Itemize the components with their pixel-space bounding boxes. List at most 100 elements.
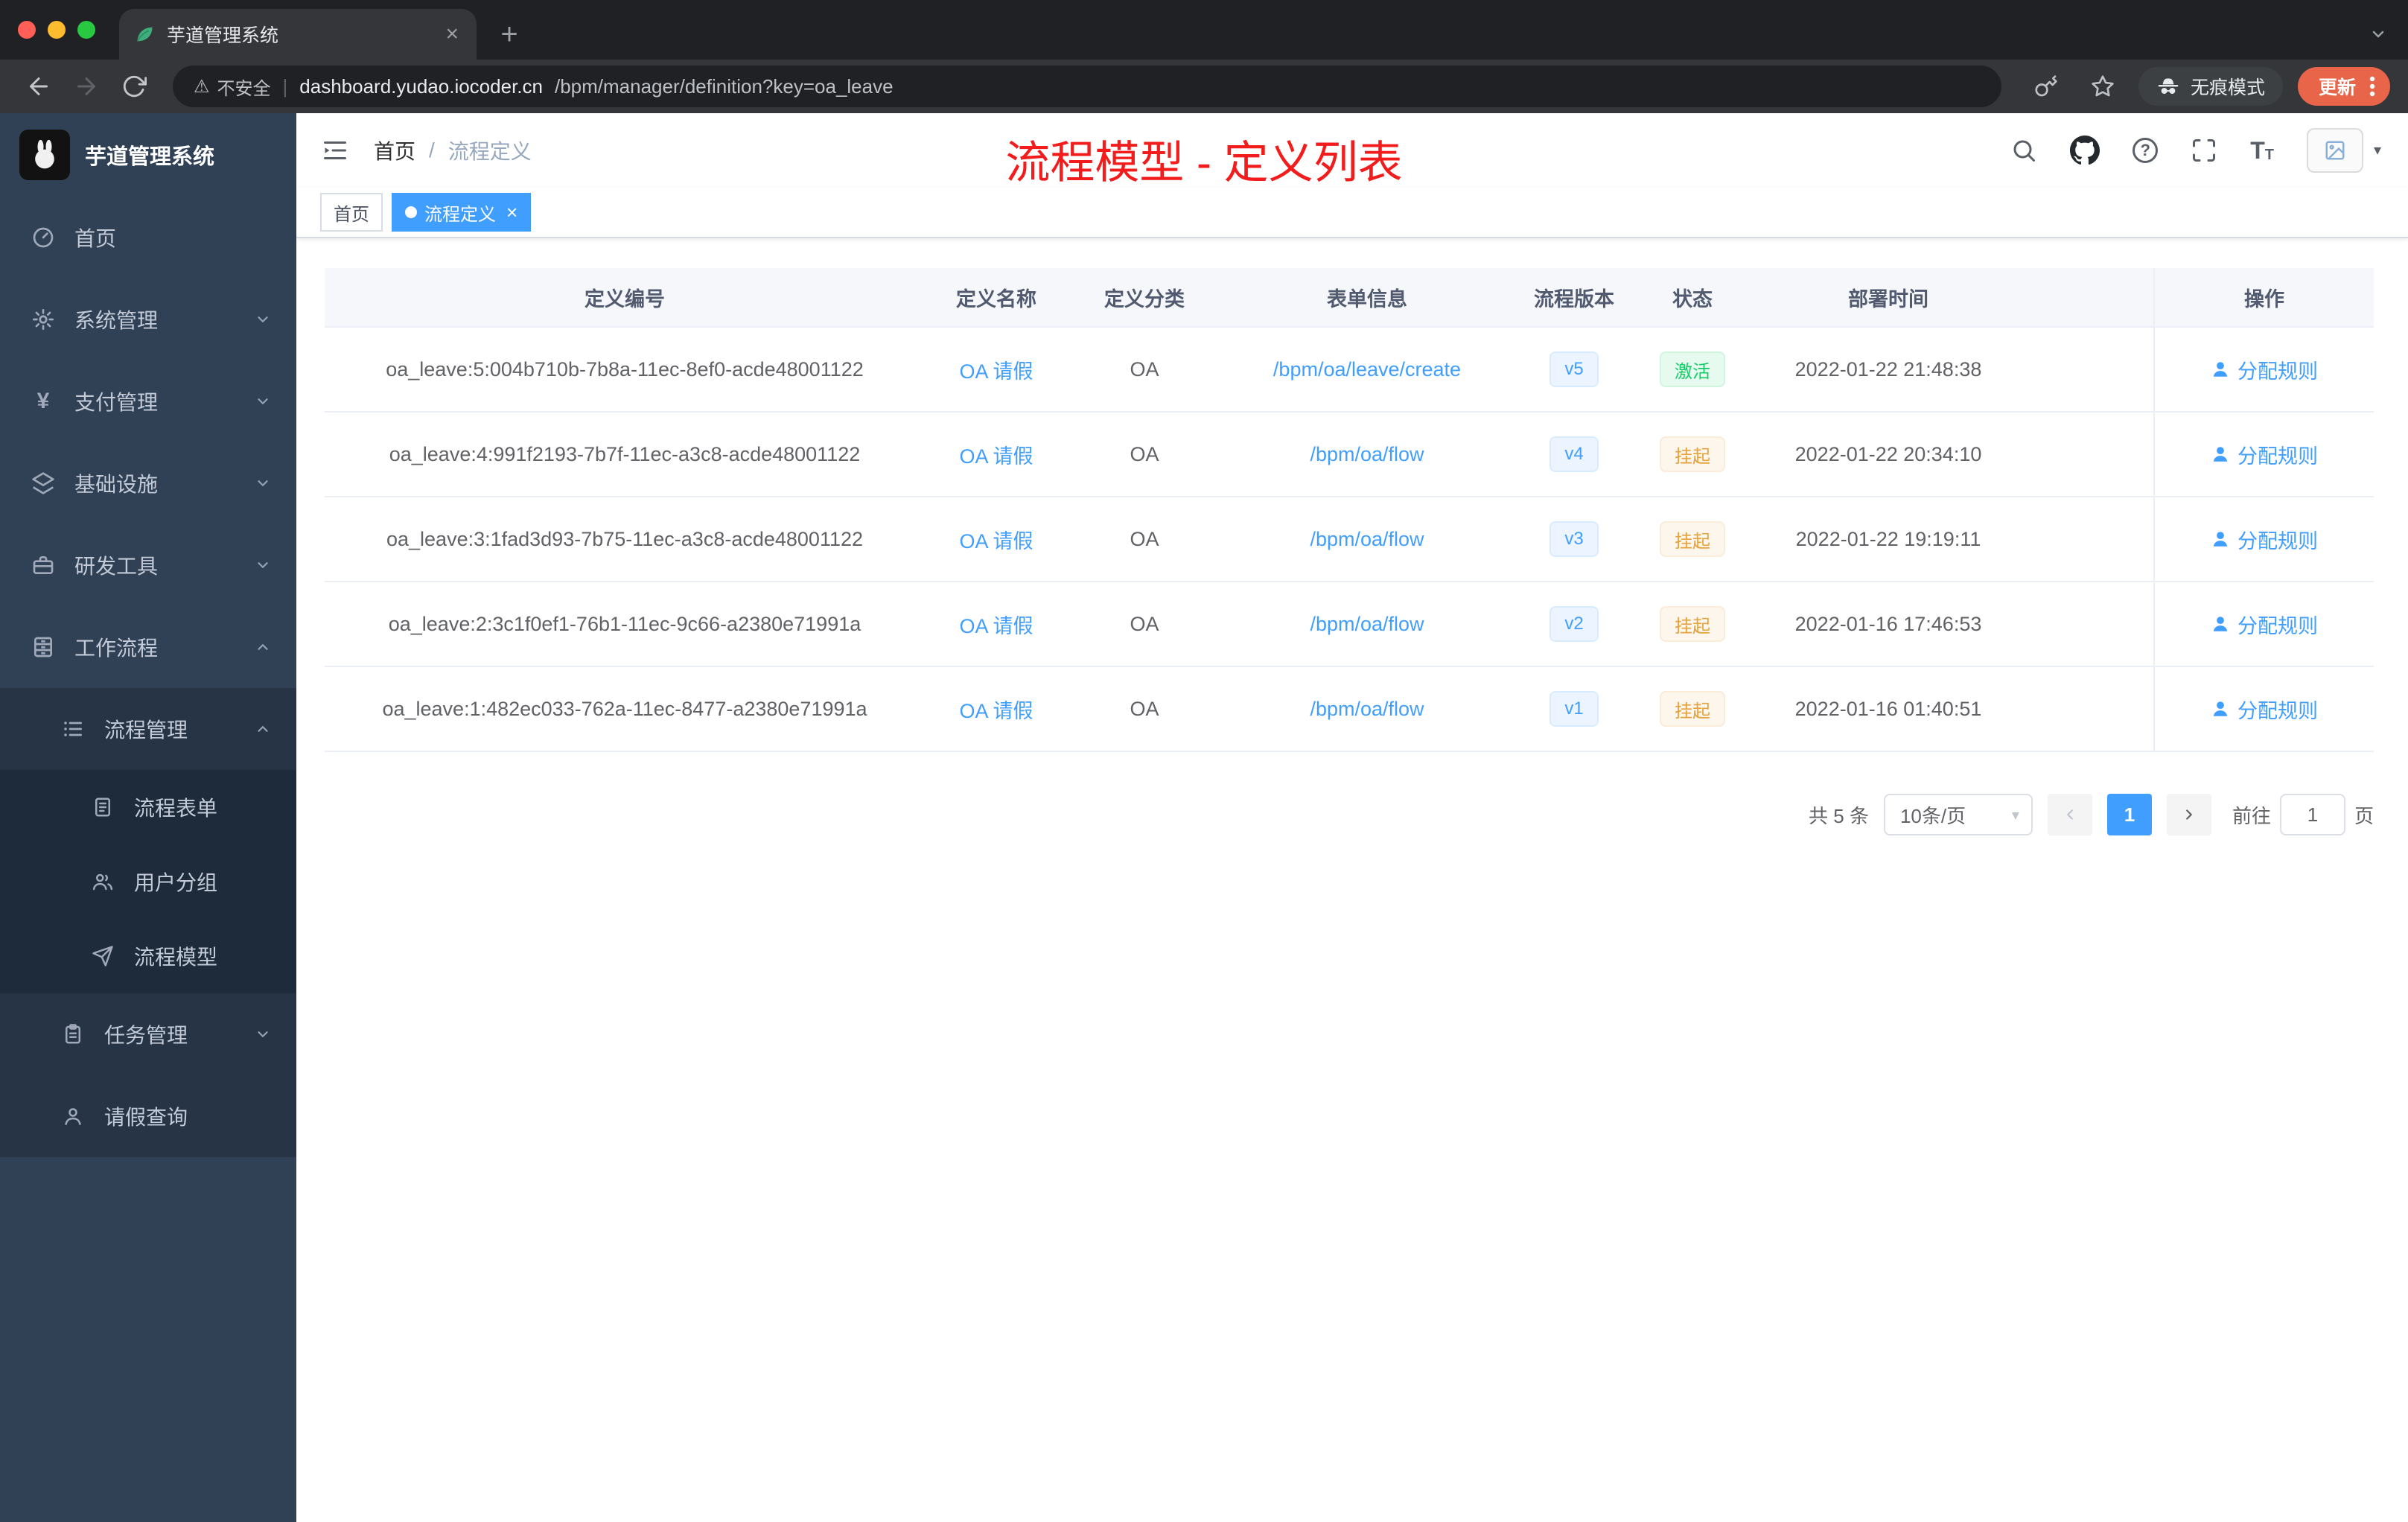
paper-plane-icon: [89, 945, 116, 967]
tag-home[interactable]: 首页: [320, 193, 383, 232]
page-size-select[interactable]: 10条/页 ▾: [1883, 794, 2033, 835]
avatar: [2306, 128, 2363, 173]
definition-name-link[interactable]: OA 请假: [959, 525, 1033, 554]
update-chrome-button[interactable]: 更新: [2297, 67, 2390, 106]
definition-id: oa_leave:3:1fad3d93-7b75-11ec-a3c8-acde4…: [386, 527, 864, 550]
next-page-button[interactable]: [2166, 794, 2211, 835]
window-controls: [0, 0, 119, 60]
window-minimize-button[interactable]: [48, 21, 66, 39]
sidebar-item-process-management[interactable]: 流程管理: [0, 688, 296, 770]
forward-icon[interactable]: [66, 66, 107, 107]
breadcrumb-current: 流程定义: [447, 140, 532, 163]
url-separator: |: [282, 74, 288, 98]
definition-table: 定义编号 定义名称 定义分类 表单信息 流程版本 状态 部署时间 操作 oa_l…: [325, 268, 2374, 752]
tab-close-icon[interactable]: ×: [442, 23, 462, 45]
tag-close-icon[interactable]: ×: [506, 203, 517, 222]
table-row: oa_leave:5:004b710b-7b8a-11ec-8ef0-acde4…: [325, 328, 2374, 413]
status-badge: 挂起: [1660, 521, 1725, 557]
sidebar-item-system-management[interactable]: 系统管理: [0, 278, 296, 360]
page-content: 定义编号 定义名称 定义分类 表单信息 流程版本 状态 部署时间 操作 oa_l…: [296, 238, 2408, 835]
app-logo: [19, 130, 70, 180]
form-link[interactable]: /bpm/oa/flow: [1310, 528, 1424, 551]
breadcrumb-home[interactable]: 首页: [374, 136, 415, 165]
definition-name-link[interactable]: OA 请假: [959, 610, 1033, 639]
help-icon[interactable]: ?: [2133, 138, 2159, 163]
url-path: /bpm/manager/definition?key=oa_leave: [554, 74, 894, 98]
sidebar-header[interactable]: 芋道管理系统: [0, 113, 296, 197]
assign-rule-link[interactable]: 分配规则: [2211, 525, 2318, 554]
column-header-action: 操作: [2153, 268, 2374, 326]
goto-unit: 页: [2354, 804, 2374, 827]
table-row: oa_leave:4:991f2193-7b7f-11ec-a3c8-acde4…: [325, 413, 2374, 497]
tab-search-chevron-icon[interactable]: [2369, 25, 2387, 43]
sidebar-item-process-model[interactable]: 流程模型: [0, 919, 296, 993]
form-link[interactable]: /bpm/oa/flow: [1310, 698, 1424, 721]
tab-favicon: [136, 27, 153, 42]
back-icon[interactable]: [18, 66, 60, 107]
definition-name-link[interactable]: OA 请假: [959, 355, 1033, 384]
window-close-button[interactable]: [18, 21, 36, 39]
search-icon[interactable]: [2010, 137, 2037, 164]
chevron-down-icon: [255, 311, 271, 328]
chevron-down-icon: [255, 557, 271, 573]
definition-name-link[interactable]: OA 请假: [959, 695, 1033, 724]
definition-name-link[interactable]: OA 请假: [959, 440, 1033, 469]
deploy-time: 2022-01-16 01:40:51: [1794, 697, 1982, 720]
security-warning[interactable]: ⚠ 不安全: [194, 74, 271, 100]
user-avatar-dropdown[interactable]: ▾: [2306, 128, 2381, 173]
column-header-id: 定义编号: [585, 287, 665, 311]
sidebar-item-task-management[interactable]: 任务管理: [0, 993, 296, 1075]
navbar-actions: ? TT ▾: [2010, 128, 2381, 173]
page-1-button[interactable]: 1: [2106, 794, 2152, 835]
list-icon: [60, 717, 86, 741]
assign-rule-link[interactable]: 分配规则: [2211, 695, 2318, 724]
definition-id: oa_leave:1:482ec033-762a-11ec-8477-a2380…: [382, 697, 867, 720]
address-bar[interactable]: ⚠ 不安全 | dashboard.yudao.iocoder.cn /bpm/…: [173, 66, 2001, 107]
chevron-down-icon: [255, 1026, 271, 1042]
browser-tab[interactable]: 芋道管理系统 ×: [119, 9, 477, 60]
bookmark-star-icon[interactable]: [2082, 66, 2124, 107]
image-placeholder-icon: [2325, 141, 2345, 160]
sidebar-item-leave-query[interactable]: 请假查询: [0, 1075, 296, 1157]
sidebar-toggle-icon[interactable]: [308, 124, 362, 177]
definition-category: OA: [1130, 697, 1159, 720]
reload-icon[interactable]: [113, 66, 155, 107]
assign-rule-link[interactable]: 分配规则: [2211, 355, 2318, 384]
sidebar-item-process-form[interactable]: 流程表单: [0, 770, 296, 844]
assign-rule-link[interactable]: 分配规则: [2211, 610, 2318, 639]
definition-category: OA: [1130, 527, 1159, 550]
password-key-icon[interactable]: [2025, 66, 2067, 107]
sidebar-item-payment-management[interactable]: ¥ 支付管理: [0, 360, 296, 442]
browser-toolbar: ⚠ 不安全 | dashboard.yudao.iocoder.cn /bpm/…: [0, 60, 2408, 113]
form-link[interactable]: /bpm/oa/flow: [1310, 613, 1424, 636]
toolbar-right: 无痕模式 更新: [2025, 66, 2390, 107]
dropdown-caret-icon: ▾: [2373, 142, 2381, 159]
table-row: oa_leave:1:482ec033-762a-11ec-8477-a2380…: [325, 667, 2374, 752]
font-size-icon[interactable]: TT: [2250, 138, 2274, 162]
assign-rule-link[interactable]: 分配规则: [2211, 440, 2318, 469]
chevron-up-icon: [255, 721, 271, 737]
kebab-menu-icon[interactable]: [2369, 76, 2375, 97]
github-icon[interactable]: [2070, 136, 2100, 165]
fullscreen-icon[interactable]: [2191, 137, 2217, 164]
form-link[interactable]: /bpm/oa/flow: [1310, 443, 1424, 466]
form-link[interactable]: /bpm/oa/leave/create: [1273, 358, 1461, 381]
sidebar-item-infrastructure[interactable]: 基础设施: [0, 442, 296, 524]
definition-id: oa_leave:2:3c1f0ef1-76b1-11ec-9c66-a2380…: [388, 612, 861, 635]
sidebar-item-user-group[interactable]: 用户分组: [0, 844, 296, 919]
prev-page-button[interactable]: [2047, 794, 2092, 835]
goto-page-input[interactable]: [2279, 794, 2345, 835]
deploy-time: 2022-01-22 21:48:38: [1794, 357, 1982, 380]
new-tab-button[interactable]: +: [488, 13, 530, 55]
sidebar-item-dev-tools[interactable]: 研发工具: [0, 524, 296, 606]
sidebar-item-home[interactable]: 首页: [0, 197, 296, 278]
active-dot: [405, 206, 417, 218]
tags-view-bar: 首页 流程定义 ×: [296, 188, 2408, 238]
sidebar-item-workflow[interactable]: 工作流程: [0, 606, 296, 688]
yen-icon: ¥: [36, 389, 50, 413]
column-header-version: 流程版本: [1534, 287, 1614, 311]
tag-process-definition[interactable]: 流程定义 ×: [392, 193, 532, 232]
user-icon: [2213, 701, 2228, 716]
window-zoom-button[interactable]: [77, 21, 95, 39]
breadcrumb: 首页 / 流程定义: [374, 136, 532, 165]
